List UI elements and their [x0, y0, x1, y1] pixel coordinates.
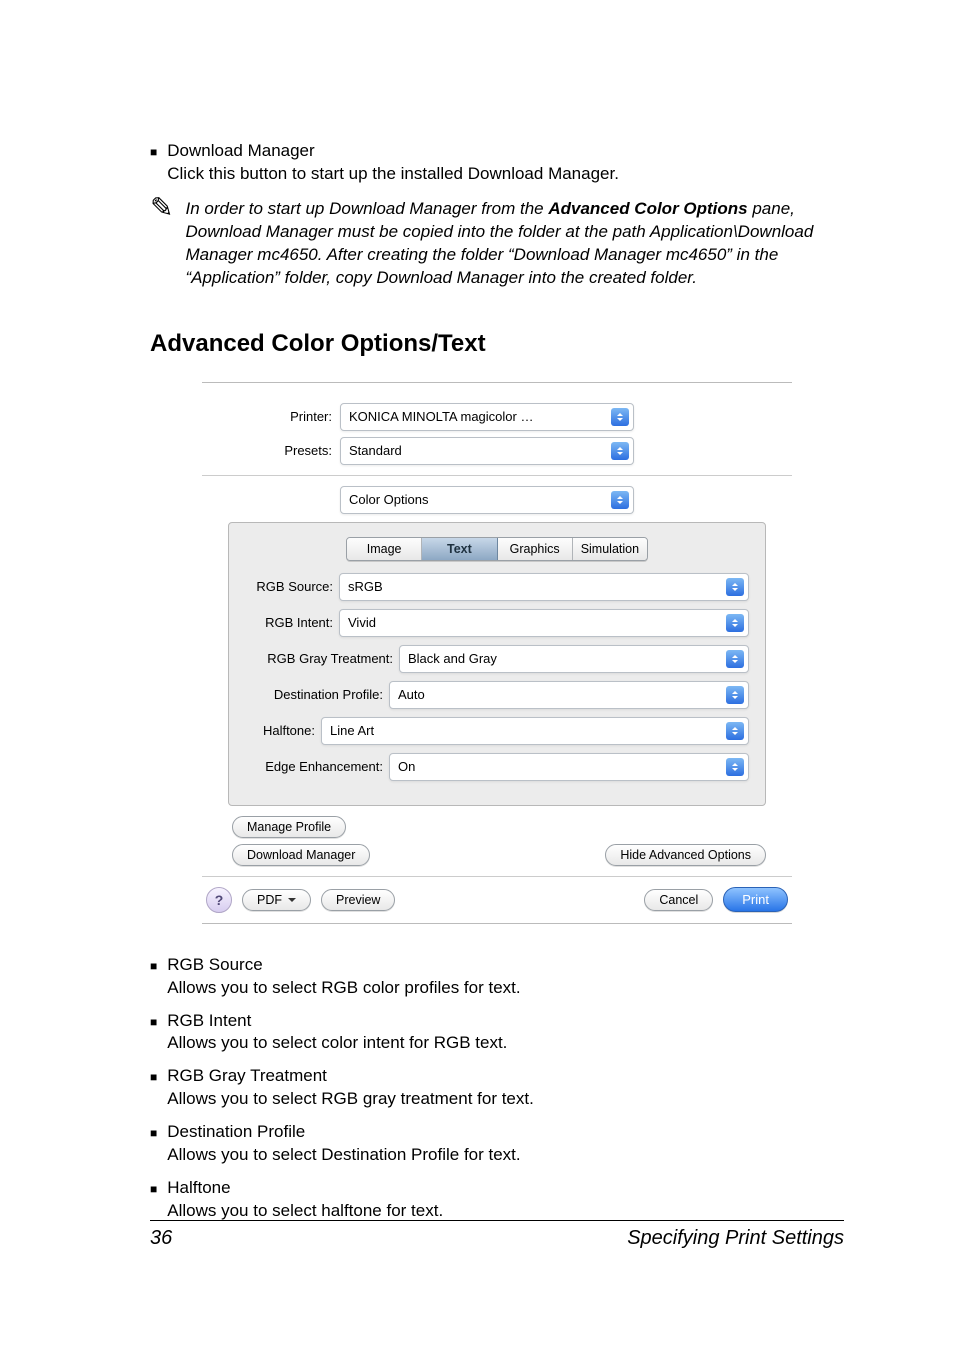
select-arrow-icon — [726, 650, 744, 668]
print-dialog: Printer: KONICA MINOLTA magicolor … Pres… — [202, 382, 792, 924]
select-arrow-icon — [611, 408, 629, 426]
tab-simulation[interactable]: Simulation — [573, 538, 647, 560]
list-item: ■ Destination Profile Allows you to sele… — [150, 1121, 844, 1167]
color-options-pane: Image Text Graphics Simulation RGB Sourc… — [228, 522, 766, 806]
top-bullet-desc: Click this button to start up the instal… — [167, 163, 619, 186]
rgb-source-label: RGB Source: — [245, 579, 339, 594]
cancel-button[interactable]: Cancel — [644, 889, 713, 911]
pdf-menu-button[interactable]: PDF — [242, 889, 311, 911]
rgb-gray-select[interactable]: Black and Gray — [399, 645, 749, 673]
note-text: In order to start up Download Manager fr… — [185, 198, 844, 290]
caret-down-icon — [288, 898, 296, 906]
printer-select[interactable]: KONICA MINOLTA magicolor … — [340, 403, 634, 431]
heading-advanced-color-options-text: Advanced Color Options/Text — [150, 330, 844, 358]
note: ✎ In order to start up Download Manager … — [150, 198, 844, 290]
edge-enhancement-label: Edge Enhancement: — [245, 759, 389, 774]
printer-label: Printer: — [202, 409, 340, 424]
tab-graphics[interactable]: Graphics — [498, 538, 573, 560]
rgb-intent-select[interactable]: Vivid — [339, 609, 749, 637]
rgb-source-select[interactable]: sRGB — [339, 573, 749, 601]
destination-profile-label: Destination Profile: — [245, 687, 389, 702]
note-pencil-icon: ✎ — [150, 194, 173, 290]
download-manager-button[interactable]: Download Manager — [232, 844, 370, 866]
bullet-icon: ■ — [150, 1069, 157, 1085]
select-arrow-icon — [726, 722, 744, 740]
list-item: ■ Halftone Allows you to select halftone… — [150, 1177, 844, 1223]
select-arrow-icon — [726, 578, 744, 596]
pane-select[interactable]: Color Options — [340, 486, 634, 514]
bullet-icon: ■ — [150, 1125, 157, 1141]
top-bullet-title: Download Manager — [167, 140, 619, 163]
list-item: ■ RGB Gray Treatment Allows you to selec… — [150, 1065, 844, 1111]
select-arrow-icon — [611, 442, 629, 460]
help-button[interactable]: ? — [206, 887, 232, 913]
bullet-icon: ■ — [150, 1014, 157, 1030]
presets-label: Presets: — [202, 443, 340, 458]
select-arrow-icon — [726, 614, 744, 632]
hide-advanced-options-button[interactable]: Hide Advanced Options — [605, 844, 766, 866]
page-number: 36 — [150, 1227, 172, 1250]
option-descriptions: ■ RGB Source Allows you to select RGB co… — [150, 954, 844, 1223]
preview-button[interactable]: Preview — [321, 889, 395, 911]
select-arrow-icon — [611, 491, 629, 509]
edge-enhancement-select[interactable]: On — [389, 753, 749, 781]
halftone-label: Halftone: — [245, 723, 321, 738]
list-item: ■ RGB Source Allows you to select RGB co… — [150, 954, 844, 1000]
print-button[interactable]: Print — [723, 887, 788, 912]
select-arrow-icon — [726, 686, 744, 704]
presets-select[interactable]: Standard — [340, 437, 634, 465]
select-arrow-icon — [726, 758, 744, 776]
section-title: Specifying Print Settings — [627, 1227, 844, 1250]
rgb-gray-label: RGB Gray Treatment: — [245, 651, 399, 666]
bullet-icon: ■ — [150, 1181, 157, 1197]
bullet-icon: ■ — [150, 144, 157, 160]
top-bullet: ■ Download Manager Click this button to … — [150, 140, 844, 186]
bullet-icon: ■ — [150, 958, 157, 974]
tab-image[interactable]: Image — [347, 538, 422, 560]
halftone-select[interactable]: Line Art — [321, 717, 749, 745]
list-item: ■ RGB Intent Allows you to select color … — [150, 1010, 844, 1056]
manage-profile-button[interactable]: Manage Profile — [232, 816, 346, 838]
tab-text[interactable]: Text — [422, 538, 497, 560]
color-subtab-segmented: Image Text Graphics Simulation — [346, 537, 648, 561]
destination-profile-select[interactable]: Auto — [389, 681, 749, 709]
page-footer: 36 Specifying Print Settings — [150, 1220, 844, 1250]
rgb-intent-label: RGB Intent: — [245, 615, 339, 630]
